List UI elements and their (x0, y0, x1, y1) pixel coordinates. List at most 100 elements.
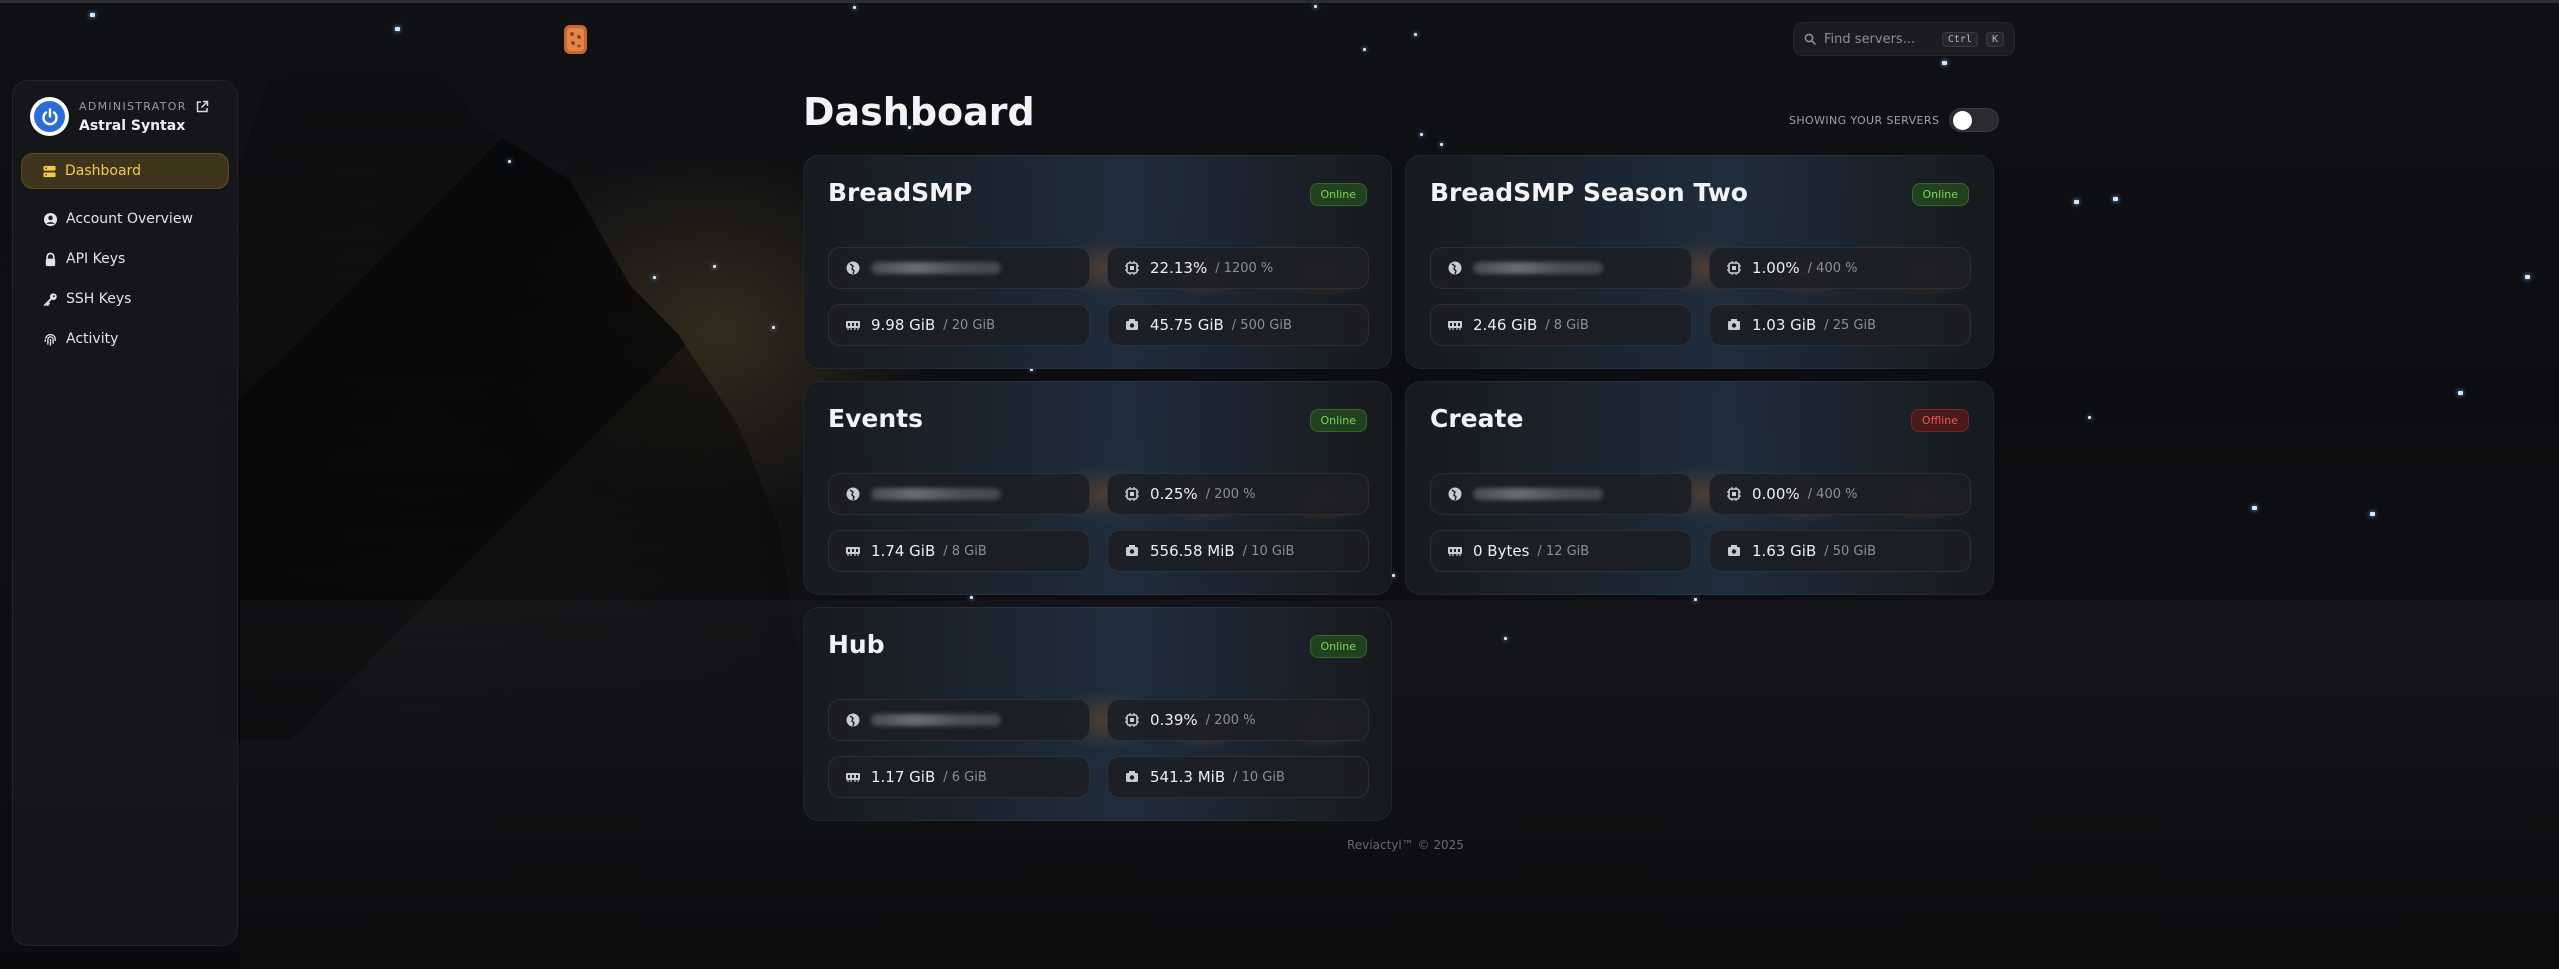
server-card-create[interactable]: Create Offline 0.00% / 400 % 0 Bytes / 1… (1405, 381, 1994, 595)
sidebar-nav: Dashboard Account Overview API Keys SSH … (21, 153, 229, 361)
background-particle (2074, 200, 2079, 204)
page-title: Dashboard (803, 90, 1035, 134)
server-address (828, 247, 1090, 289)
memory-icon (846, 321, 860, 330)
ip-address-redacted (1473, 488, 1603, 500)
background-particle (1314, 5, 1317, 8)
sidebar-item-dashboard[interactable]: Dashboard (21, 153, 229, 189)
server-address (828, 473, 1090, 515)
fingerprint-icon (44, 333, 56, 346)
memory-usage: 0 Bytes / 12 GiB (1430, 530, 1692, 572)
server-address (1430, 473, 1692, 515)
server-name: Hub (828, 630, 885, 659)
user-circle-icon (43, 212, 58, 226)
memory-icon (846, 547, 860, 556)
memory-value: 1.17 GiB (871, 768, 936, 786)
cpu-usage: 0.00% / 400 % (1709, 473, 1971, 515)
hard-drive-icon (1728, 319, 1740, 330)
sidebar-item-account-overview[interactable]: Account Overview (21, 201, 229, 237)
memory-icon (846, 773, 860, 782)
status-badge: Online (1911, 183, 1969, 206)
background-particle (395, 27, 400, 31)
memory-limit: / 8 GiB (943, 543, 987, 559)
cpu-value: 1.00% (1752, 259, 1800, 277)
external-link-icon[interactable] (195, 100, 209, 114)
hard-drive-icon (1728, 545, 1740, 556)
memory-usage: 1.17 GiB / 6 GiB (828, 756, 1090, 798)
background-particle (90, 13, 95, 17)
disk-usage: 1.03 GiB / 25 GiB (1709, 304, 1971, 346)
background-water (240, 600, 2559, 969)
disk-value: 45.75 GiB (1150, 316, 1224, 334)
sidebar-item-label: Activity (66, 331, 119, 347)
avatar[interactable] (30, 97, 69, 136)
background-particle (970, 596, 973, 599)
ip-address-redacted (1473, 262, 1603, 274)
cpu-limit: / 400 % (1807, 486, 1858, 502)
disk-limit: / 10 GiB (1242, 543, 1295, 559)
status-badge: Offline (1910, 409, 1969, 432)
globe-icon (846, 487, 860, 501)
power-icon (41, 107, 58, 125)
app-logo-icon[interactable] (562, 22, 589, 56)
background-particle (508, 160, 511, 163)
server-card-events[interactable]: Events Online 0.25% / 200 % 1.74 GiB / 8… (803, 381, 1392, 595)
background-particle (2370, 512, 2375, 516)
hard-drive-icon (1126, 545, 1138, 556)
sidebar-item-label: SSH Keys (66, 291, 132, 307)
server-name: Create (1430, 404, 1524, 433)
memory-limit: / 8 GiB (1545, 317, 1589, 333)
background-particle (2525, 275, 2530, 279)
disk-value: 556.58 MiB (1150, 542, 1235, 560)
background-particle (1440, 143, 1443, 146)
server-filter-toggle-group: SHOWING YOUR SERVERS (1789, 108, 2000, 132)
shortcut-ctrl-key: Ctrl (1941, 31, 1978, 47)
background-particle (2458, 391, 2463, 395)
cpu-icon (1727, 487, 1741, 501)
memory-icon (1448, 321, 1462, 330)
key-icon (43, 292, 57, 306)
server-address (828, 699, 1090, 741)
cpu-usage: 1.00% / 400 % (1709, 247, 1971, 289)
sidebar-item-label: API Keys (66, 251, 126, 267)
server-card-breadsmp-season-two[interactable]: BreadSMP Season Two Online 1.00% / 400 %… (1405, 155, 1994, 369)
memory-limit: / 6 GiB (943, 769, 987, 785)
memory-value: 9.98 GiB (871, 316, 936, 334)
server-name: BreadSMP (828, 178, 973, 207)
search-input[interactable]: Find servers... (1824, 32, 1934, 47)
status-badge: Online (1309, 635, 1367, 658)
lock-icon (45, 252, 56, 266)
background-particle (1392, 574, 1395, 577)
background-particle (2252, 506, 2257, 510)
server-address (1430, 247, 1692, 289)
disk-usage: 541.3 MiB / 10 GiB (1107, 756, 1369, 798)
memory-limit: / 20 GiB (943, 317, 996, 333)
server-card-breadsmp[interactable]: BreadSMP Online 22.13% / 1200 % 9.98 GiB… (803, 155, 1392, 369)
show-all-servers-toggle[interactable] (1949, 108, 2000, 132)
background-particle (1504, 637, 1507, 640)
background-particle (653, 276, 656, 279)
user-profile: ADMINISTRATOR Astral Syntax (30, 97, 209, 136)
sidebar-item-label: Account Overview (66, 211, 193, 227)
cpu-value: 0.25% (1150, 485, 1198, 503)
cpu-value: 0.39% (1150, 711, 1198, 729)
memory-limit: / 12 GiB (1537, 543, 1590, 559)
sidebar-item-api-keys[interactable]: API Keys (21, 241, 229, 277)
memory-usage: 9.98 GiB / 20 GiB (828, 304, 1090, 346)
hard-drive-icon (1126, 319, 1138, 330)
cpu-icon (1125, 713, 1139, 727)
server-search[interactable]: Find servers... Ctrl K (1793, 22, 2015, 56)
server-card-hub[interactable]: Hub Online 0.39% / 200 % 1.17 GiB / 6 Gi… (803, 607, 1392, 821)
toggle-label: SHOWING YOUR SERVERS (1789, 113, 1940, 127)
sidebar-item-ssh-keys[interactable]: SSH Keys (21, 281, 229, 317)
cpu-limit: / 200 % (1205, 486, 1256, 502)
cpu-usage: 0.25% / 200 % (1107, 473, 1369, 515)
sidebar-item-label: Dashboard (65, 163, 141, 179)
background-particle (1363, 48, 1366, 51)
ip-address-redacted (871, 488, 1001, 500)
background-particle (713, 265, 716, 268)
ip-address-redacted (871, 262, 1001, 274)
sidebar-item-activity[interactable]: Activity (21, 321, 229, 357)
cpu-limit: / 400 % (1807, 260, 1858, 276)
background-particle (1414, 33, 1417, 36)
